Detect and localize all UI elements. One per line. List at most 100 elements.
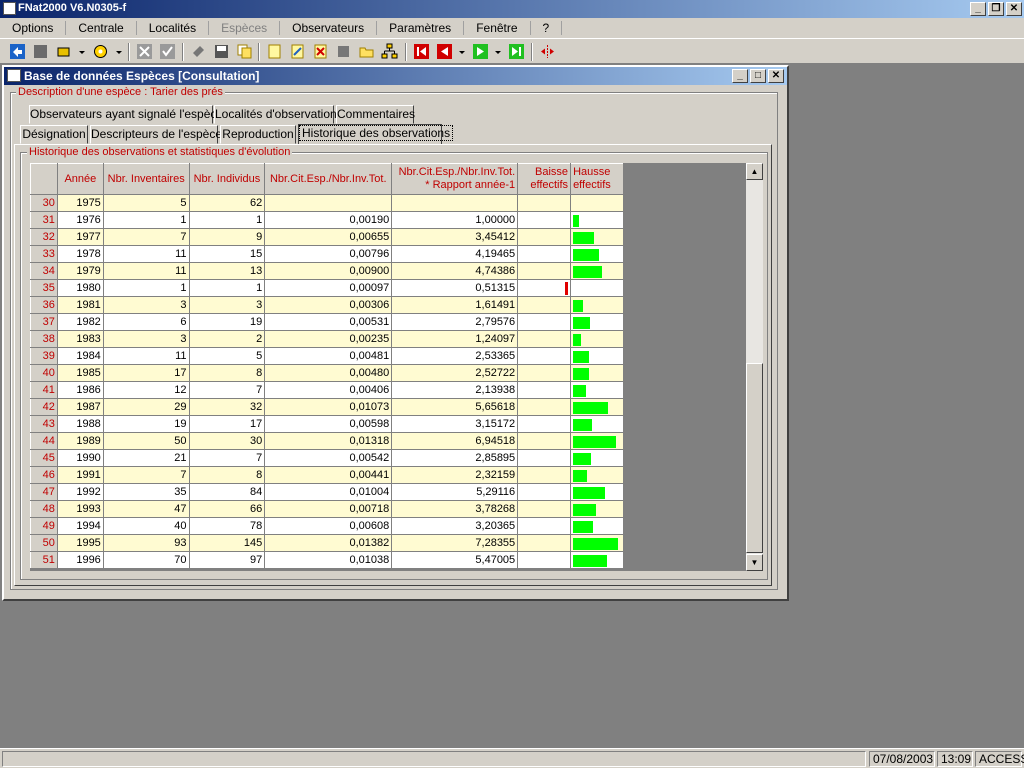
- row-number[interactable]: 45: [30, 449, 58, 467]
- tab-reproduction[interactable]: Reproduction: [220, 125, 296, 144]
- row-number[interactable]: 44: [30, 432, 58, 450]
- row-number[interactable]: 48: [30, 500, 58, 518]
- row-number[interactable]: 49: [30, 517, 58, 535]
- stop-icon[interactable]: [32, 43, 49, 60]
- close-button[interactable]: ✕: [1006, 2, 1022, 16]
- table-row[interactable]: 36 1981 3 3 0,00306 1,61491: [30, 296, 624, 314]
- scroll-down-button[interactable]: ▼: [746, 554, 763, 571]
- child-close-button[interactable]: ✕: [768, 69, 784, 83]
- table-row[interactable]: 49 1994 40 78 0,00608 3,20365: [30, 517, 624, 535]
- scroll-up-button[interactable]: ▲: [746, 163, 763, 180]
- last-record-icon[interactable]: [508, 43, 525, 60]
- table-row[interactable]: 38 1983 3 2 0,00235 1,24097: [30, 330, 624, 348]
- gear-dropdown-icon[interactable]: [116, 51, 122, 54]
- row-number[interactable]: 50: [30, 534, 58, 552]
- link-icon[interactable]: [55, 43, 72, 60]
- document-icon[interactable]: [335, 43, 352, 60]
- row-number[interactable]: 35: [30, 279, 58, 297]
- menu-item-7[interactable]: ?: [531, 21, 563, 35]
- tab-descripteurs[interactable]: Descripteurs de l'espèce: [90, 125, 222, 144]
- menu-item-2[interactable]: Localités: [137, 21, 210, 35]
- history-grid[interactable]: Année Nbr. Inventaires Nbr. Individus Nbr.C…: [30, 163, 624, 571]
- delete-document-icon[interactable]: [312, 43, 329, 60]
- table-row[interactable]: 40 1985 17 8 0,00480 2,52722: [30, 364, 624, 382]
- save-icon[interactable]: [213, 43, 230, 60]
- eraser-icon[interactable]: [190, 43, 207, 60]
- table-row[interactable]: 39 1984 11 5 0,00481 2,53365: [30, 347, 624, 365]
- menu-item-6[interactable]: Fenêtre: [464, 21, 531, 35]
- row-number[interactable]: 42: [30, 398, 58, 416]
- row-number[interactable]: 33: [30, 245, 58, 263]
- menu-item-0[interactable]: Options: [0, 21, 67, 35]
- row-number[interactable]: 36: [30, 296, 58, 314]
- tab-observateurs[interactable]: Observateurs ayant signalé l'espèce: [29, 105, 223, 124]
- grid-vertical-scrollbar[interactable]: ▲ ▼: [746, 163, 763, 571]
- row-number[interactable]: 31: [30, 211, 58, 229]
- row-number[interactable]: 34: [30, 262, 58, 280]
- table-row[interactable]: 32 1977 7 9 0,00655 3,45412: [30, 228, 624, 246]
- table-row[interactable]: 44 1989 50 30 0,01318 6,94518: [30, 432, 624, 450]
- row-number[interactable]: 43: [30, 415, 58, 433]
- row-number[interactable]: 30: [30, 194, 58, 212]
- row-number[interactable]: 38: [30, 330, 58, 348]
- row-number[interactable]: 40: [30, 364, 58, 382]
- first-record-icon[interactable]: [413, 43, 430, 60]
- table-row[interactable]: 47 1992 35 84 0,01004 5,29116: [30, 483, 624, 501]
- tree-icon[interactable]: [381, 43, 398, 60]
- next-record-icon[interactable]: [472, 43, 489, 60]
- new-document-icon[interactable]: [266, 43, 283, 60]
- column-header-7[interactable]: Hausse effectifs: [570, 163, 624, 195]
- edit-document-icon[interactable]: [289, 43, 306, 60]
- previous-record-icon[interactable]: [436, 43, 453, 60]
- table-row[interactable]: 42 1987 29 32 0,01073 5,65618: [30, 398, 624, 416]
- row-number[interactable]: 37: [30, 313, 58, 331]
- next-dropdown-icon[interactable]: [495, 51, 501, 54]
- link-dropdown-icon[interactable]: [79, 51, 85, 54]
- table-row[interactable]: 50 1995 93 145 0,01382 7,28355: [30, 534, 624, 552]
- table-row[interactable]: 46 1991 7 8 0,00441 2,32159: [30, 466, 624, 484]
- column-header-3[interactable]: Nbr. Individus: [188, 163, 266, 195]
- column-header-2[interactable]: Nbr. Inventaires: [102, 163, 190, 195]
- tab-commentaires[interactable]: Commentaires: [336, 105, 415, 124]
- restore-button[interactable]: ❐: [988, 2, 1004, 16]
- menu-item-3[interactable]: Espèces: [209, 21, 281, 35]
- column-header-6[interactable]: Baisse effectifs: [517, 163, 572, 195]
- table-row[interactable]: 48 1993 47 66 0,00718 3,78268: [30, 500, 624, 518]
- table-row[interactable]: 33 1978 11 15 0,00796 4,19465: [30, 245, 624, 263]
- split-icon[interactable]: [539, 43, 556, 60]
- table-row[interactable]: 31 1976 1 1 0,00190 1,00000: [30, 211, 624, 229]
- column-header-4[interactable]: Nbr.Cit.Esp./Nbr.Inv.Tot.: [264, 163, 393, 195]
- tab-localites[interactable]: Localités d'observation: [214, 105, 337, 124]
- minimize-button[interactable]: _: [970, 2, 986, 16]
- table-row[interactable]: 37 1982 6 19 0,00531 2,79576: [30, 313, 624, 331]
- column-header-5[interactable]: Nbr.Cit.Esp./Nbr.Inv.Tot. * Rapport anné…: [391, 163, 519, 195]
- row-number[interactable]: 39: [30, 347, 58, 365]
- open-folder-icon[interactable]: [358, 43, 375, 60]
- check-icon[interactable]: [159, 43, 176, 60]
- tab-designation[interactable]: Désignation: [20, 125, 88, 144]
- row-number[interactable]: 46: [30, 466, 58, 484]
- copy-icon[interactable]: [236, 43, 253, 60]
- gear-icon[interactable]: [92, 43, 109, 60]
- table-row[interactable]: 30 1975 5 62: [30, 194, 624, 212]
- row-number[interactable]: 51: [30, 551, 58, 569]
- row-number[interactable]: 41: [30, 381, 58, 399]
- row-number[interactable]: 47: [30, 483, 58, 501]
- menu-item-1[interactable]: Centrale: [66, 21, 137, 35]
- back-icon[interactable]: [9, 43, 26, 60]
- child-minimize-button[interactable]: _: [732, 69, 748, 83]
- table-row[interactable]: 35 1980 1 1 0,00097 0,51315: [30, 279, 624, 297]
- row-number[interactable]: 32: [30, 228, 58, 246]
- column-header-1[interactable]: Année: [56, 163, 104, 195]
- tab-historique[interactable]: Historique des observations: [298, 124, 454, 145]
- table-row[interactable]: 51 1996 70 97 0,01038 5,47005: [30, 551, 624, 569]
- table-row[interactable]: 43 1988 19 17 0,00598 3,15172: [30, 415, 624, 433]
- table-row[interactable]: 45 1990 21 7 0,00542 2,85895: [30, 449, 624, 467]
- scroll-thumb[interactable]: [746, 363, 763, 553]
- previous-dropdown-icon[interactable]: [459, 51, 465, 54]
- table-row[interactable]: 41 1986 12 7 0,00406 2,13938: [30, 381, 624, 399]
- child-maximize-button[interactable]: □: [750, 69, 766, 83]
- delete-icon[interactable]: [136, 43, 153, 60]
- table-row[interactable]: 34 1979 11 13 0,00900 4,74386: [30, 262, 624, 280]
- column-header-0[interactable]: [30, 163, 58, 195]
